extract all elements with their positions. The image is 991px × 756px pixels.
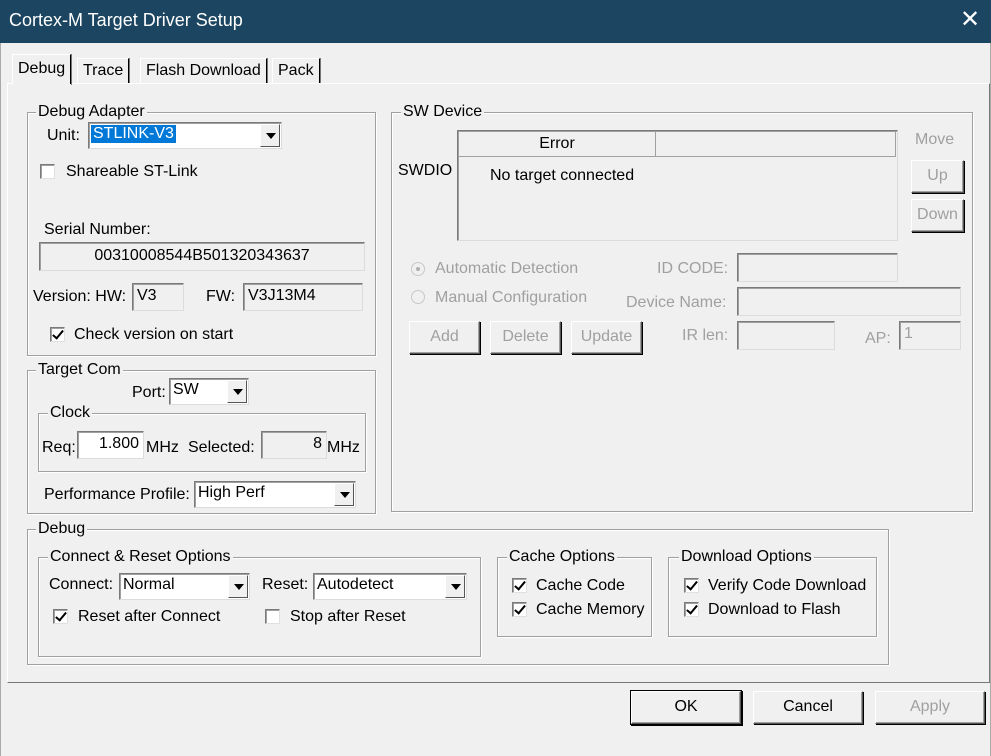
swdio-label: SWDIO	[398, 162, 453, 179]
port-value: SW	[173, 381, 199, 398]
apply-button[interactable]: Apply	[875, 691, 985, 724]
connect-reset-group	[38, 557, 481, 657]
automatic-detection-radio[interactable]	[411, 262, 425, 276]
reset-value: Autodetect	[317, 576, 394, 593]
tab-flash-download[interactable]: Flash Download	[140, 58, 267, 84]
device-name-field[interactable]	[737, 287, 961, 316]
download-options-group	[668, 557, 877, 637]
perf-value: High Perf	[198, 484, 265, 501]
serial-field: 00310008544B501320343637	[39, 242, 365, 271]
shareable-checkbox[interactable]	[40, 164, 55, 179]
column-blank[interactable]	[656, 132, 896, 157]
check-version-checkbox[interactable]	[50, 327, 65, 342]
download-options-title: Download Options	[679, 548, 814, 566]
verify-download-label: Verify Code Download	[708, 577, 867, 594]
cache-options-group	[497, 557, 652, 637]
reset-select[interactable]: Autodetect	[313, 573, 467, 600]
verify-download-checkbox[interactable]	[684, 578, 699, 593]
download-to-flash-checkbox[interactable]	[684, 602, 699, 617]
debug-adapter-title: Debug Adapter	[36, 103, 147, 121]
chevron-down-icon[interactable]	[228, 575, 248, 598]
hw-version-field: V3	[132, 283, 184, 311]
move-label: Move	[915, 131, 955, 148]
automatic-detection-label: Automatic Detection	[435, 260, 579, 277]
cache-options-title: Cache Options	[507, 548, 617, 566]
cache-code-label: Cache Code	[536, 577, 625, 594]
selected-unit: MHz	[327, 439, 360, 456]
stop-after-reset-checkbox[interactable]	[265, 609, 280, 624]
download-to-flash-label: Download to Flash	[708, 601, 841, 618]
title-bar: Cortex-M Target Driver Setup ✕	[0, 0, 991, 43]
chevron-down-icon[interactable]	[445, 575, 465, 598]
unit-label: Unit:	[47, 127, 80, 144]
selected-label: Selected:	[188, 439, 255, 456]
port-select[interactable]: SW	[169, 378, 249, 405]
connect-label: Connect:	[49, 576, 114, 593]
req-unit: MHz	[146, 439, 179, 456]
cache-memory-label: Cache Memory	[536, 601, 645, 618]
chevron-down-icon[interactable]	[260, 124, 280, 147]
connect-select[interactable]: Normal	[119, 573, 250, 600]
stop-after-reset-label: Stop after Reset	[290, 608, 406, 625]
reset-after-connect-checkbox[interactable]	[53, 609, 68, 624]
column-error[interactable]: Error	[459, 132, 656, 157]
device-grid[interactable]: Error No target connected	[457, 130, 898, 241]
ap-label: AP:	[865, 330, 891, 347]
cache-code-checkbox[interactable]	[512, 578, 527, 593]
id-code-field[interactable]	[737, 253, 898, 282]
target-com-title: Target Com	[36, 361, 123, 379]
cancel-button[interactable]: Cancel	[753, 691, 863, 724]
check-version-label: Check version on start	[74, 326, 234, 343]
req-label: Req:	[42, 439, 76, 456]
ir-len-label: IR len:	[682, 327, 729, 344]
connect-reset-title: Connect & Reset Options	[48, 548, 233, 566]
ok-button[interactable]: OK	[631, 691, 741, 724]
unit-value: STLINK-V3	[91, 125, 176, 143]
id-code-label: ID CODE:	[657, 260, 729, 277]
move-down-button[interactable]: Down	[911, 199, 964, 232]
cache-memory-checkbox[interactable]	[512, 602, 527, 617]
connect-value: Normal	[123, 576, 175, 593]
reset-after-connect-label: Reset after Connect	[78, 608, 221, 625]
perf-label: Performance Profile:	[44, 486, 190, 503]
fw-version-field: V3J13M4	[243, 283, 363, 311]
no-target-message: No target connected	[490, 167, 635, 184]
delete-button[interactable]: Delete	[490, 321, 561, 354]
tab-pack[interactable]: Pack	[272, 58, 320, 84]
sw-device-title: SW Device	[401, 103, 485, 121]
manual-configuration-label: Manual Configuration	[435, 289, 588, 306]
update-button[interactable]: Update	[571, 321, 642, 354]
move-up-button[interactable]: Up	[911, 160, 964, 193]
window-title: Cortex-M Target Driver Setup	[9, 10, 243, 30]
unit-select[interactable]: STLINK-V3	[88, 122, 282, 149]
device-name-label: Device Name:	[626, 294, 727, 311]
chevron-down-icon[interactable]	[227, 380, 247, 403]
ir-len-field[interactable]	[737, 321, 835, 350]
add-button[interactable]: Add	[409, 321, 480, 354]
clock-title: Clock	[48, 404, 93, 422]
ap-field[interactable]: 1	[899, 321, 961, 350]
perf-select[interactable]: High Perf	[194, 481, 356, 508]
tab-debug[interactable]: Debug	[12, 54, 72, 87]
selected-field: 8	[261, 431, 327, 459]
req-input[interactable]: 1.800	[77, 431, 144, 459]
shareable-label: Shareable ST-Link	[66, 163, 198, 180]
reset-label: Reset:	[262, 576, 309, 593]
debug-title: Debug	[36, 520, 88, 538]
manual-configuration-radio[interactable]	[411, 290, 425, 304]
chevron-down-icon[interactable]	[334, 483, 354, 506]
port-label: Port:	[132, 384, 166, 401]
tab-trace[interactable]: Trace	[77, 58, 130, 84]
serial-label: Serial Number:	[44, 221, 151, 238]
fw-label: FW:	[206, 288, 236, 305]
close-icon[interactable]: ✕	[955, 6, 985, 36]
version-hw-label: Version: HW:	[33, 288, 127, 305]
